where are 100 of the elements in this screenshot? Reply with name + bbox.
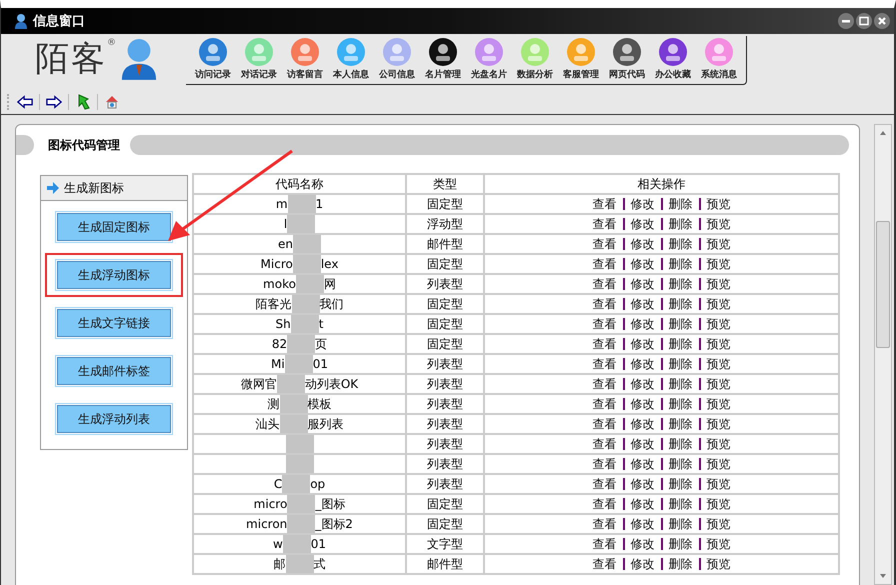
- generate-button[interactable]: 生成文字链接: [57, 309, 171, 337]
- action-link[interactable]: 修改: [630, 216, 654, 232]
- action-link[interactable]: 删除: [668, 436, 692, 452]
- action-link[interactable]: 预览: [706, 516, 730, 532]
- nav-item[interactable]: 办公收藏: [650, 36, 696, 84]
- action-link[interactable]: 预览: [706, 536, 730, 552]
- nav-item[interactable]: 本人信息: [328, 36, 374, 84]
- action-link[interactable]: 修改: [630, 196, 654, 212]
- nav-item[interactable]: 访客留言: [282, 36, 328, 84]
- action-link[interactable]: 删除: [668, 236, 692, 252]
- action-link[interactable]: 修改: [630, 236, 654, 252]
- action-link[interactable]: 删除: [668, 276, 692, 292]
- action-link[interactable]: 查看: [592, 496, 616, 512]
- action-link[interactable]: 查看: [592, 316, 616, 332]
- action-link[interactable]: 查看: [592, 336, 616, 352]
- action-link[interactable]: 删除: [668, 376, 692, 392]
- action-link[interactable]: 删除: [668, 216, 692, 232]
- action-link[interactable]: 查看: [592, 276, 616, 292]
- action-link[interactable]: 预览: [706, 336, 730, 352]
- maximize-button[interactable]: [856, 13, 872, 29]
- action-link[interactable]: 预览: [706, 396, 730, 412]
- action-link[interactable]: 预览: [706, 316, 730, 332]
- action-link[interactable]: 修改: [630, 256, 654, 272]
- action-link[interactable]: 预览: [706, 296, 730, 312]
- nav-item[interactable]: 数据分析: [512, 36, 558, 84]
- action-link[interactable]: 删除: [668, 196, 692, 212]
- action-link[interactable]: 删除: [668, 456, 692, 472]
- nav-item[interactable]: 客服管理: [558, 36, 604, 84]
- action-link[interactable]: 修改: [630, 316, 654, 332]
- action-link[interactable]: 查看: [592, 476, 616, 492]
- action-link[interactable]: 查看: [592, 516, 616, 532]
- action-link[interactable]: 预览: [706, 256, 730, 272]
- action-link[interactable]: 查看: [592, 376, 616, 392]
- nav-item[interactable]: 网页代码: [604, 36, 650, 84]
- action-link[interactable]: 修改: [630, 516, 654, 532]
- action-link[interactable]: 删除: [668, 396, 692, 412]
- action-link[interactable]: 修改: [630, 496, 654, 512]
- action-link[interactable]: 删除: [668, 356, 692, 372]
- action-link[interactable]: 预览: [706, 356, 730, 372]
- nav-item[interactable]: 访问记录: [190, 36, 236, 84]
- action-link[interactable]: 查看: [592, 436, 616, 452]
- action-link[interactable]: 修改: [630, 416, 654, 432]
- action-link[interactable]: 查看: [592, 556, 616, 572]
- action-link[interactable]: 修改: [630, 296, 654, 312]
- action-link[interactable]: 预览: [706, 496, 730, 512]
- action-link[interactable]: 预览: [706, 236, 730, 252]
- action-link[interactable]: 修改: [630, 356, 654, 372]
- generate-button[interactable]: 生成浮动图标: [57, 261, 171, 289]
- action-link[interactable]: 删除: [668, 316, 692, 332]
- action-link[interactable]: 删除: [668, 476, 692, 492]
- nav-item[interactable]: 公司信息: [374, 36, 420, 84]
- action-link[interactable]: 预览: [706, 216, 730, 232]
- nav-item[interactable]: 光盘名片: [466, 36, 512, 84]
- generate-button[interactable]: 生成邮件标签: [57, 357, 171, 385]
- nav-item[interactable]: 名片管理: [420, 36, 466, 84]
- action-link[interactable]: 预览: [706, 416, 730, 432]
- action-link[interactable]: 删除: [668, 336, 692, 352]
- action-link[interactable]: 修改: [630, 536, 654, 552]
- action-link[interactable]: 修改: [630, 456, 654, 472]
- home-icon[interactable]: [104, 94, 120, 110]
- action-link[interactable]: 修改: [630, 476, 654, 492]
- action-link[interactable]: 预览: [706, 476, 730, 492]
- nav-item[interactable]: 系统消息: [696, 36, 742, 84]
- action-link[interactable]: 修改: [630, 556, 654, 572]
- action-link[interactable]: 修改: [630, 276, 654, 292]
- action-link[interactable]: 查看: [592, 456, 616, 472]
- action-link[interactable]: 预览: [706, 556, 730, 572]
- scroll-thumb[interactable]: [876, 221, 890, 348]
- action-link[interactable]: 删除: [668, 556, 692, 572]
- action-link[interactable]: 删除: [668, 296, 692, 312]
- action-link[interactable]: 预览: [706, 456, 730, 472]
- action-link[interactable]: 删除: [668, 496, 692, 512]
- scrollbar[interactable]: [874, 124, 892, 585]
- action-link[interactable]: 预览: [706, 376, 730, 392]
- action-link[interactable]: 查看: [592, 296, 616, 312]
- action-link[interactable]: 修改: [630, 336, 654, 352]
- action-link[interactable]: 查看: [592, 196, 616, 212]
- close-button[interactable]: [874, 13, 890, 29]
- action-link[interactable]: 预览: [706, 276, 730, 292]
- forward-arrow-icon[interactable]: [46, 94, 62, 110]
- action-link[interactable]: 预览: [706, 196, 730, 212]
- action-link[interactable]: 查看: [592, 216, 616, 232]
- action-link[interactable]: 查看: [592, 536, 616, 552]
- generate-button[interactable]: 生成浮动列表: [57, 405, 171, 433]
- nav-item[interactable]: 对话记录: [236, 36, 282, 84]
- action-link[interactable]: 查看: [592, 236, 616, 252]
- minimize-button[interactable]: [838, 13, 854, 29]
- action-link[interactable]: 查看: [592, 416, 616, 432]
- action-link[interactable]: 删除: [668, 536, 692, 552]
- back-arrow-icon[interactable]: [17, 94, 33, 110]
- generate-button[interactable]: 生成固定图标: [57, 213, 171, 241]
- action-link[interactable]: 修改: [630, 436, 654, 452]
- action-link[interactable]: 查看: [592, 396, 616, 412]
- action-link[interactable]: 修改: [630, 376, 654, 392]
- action-link[interactable]: 删除: [668, 416, 692, 432]
- action-link[interactable]: 删除: [668, 516, 692, 532]
- action-link[interactable]: 查看: [592, 356, 616, 372]
- action-link[interactable]: 预览: [706, 436, 730, 452]
- action-link[interactable]: 查看: [592, 256, 616, 272]
- action-link[interactable]: 删除: [668, 256, 692, 272]
